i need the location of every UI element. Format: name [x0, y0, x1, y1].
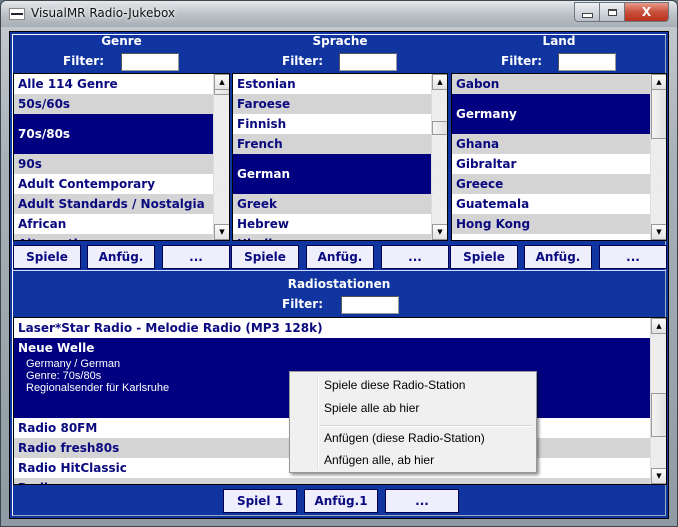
language-filter-input[interactable]	[339, 53, 397, 71]
station-item[interactable]: Laser*Star Radio - Melodie Radio (MP3 12…	[14, 318, 650, 338]
menu-gutter	[317, 375, 319, 469]
list-item[interactable]: Gabon	[452, 74, 650, 94]
scroll-down-arrow-icon[interactable]: ▼	[214, 224, 229, 240]
list-item[interactable]	[452, 234, 650, 240]
app-window: VisualMR Radio-Jukebox X Genre Filter: A…	[0, 0, 678, 527]
scroll-up-arrow-icon[interactable]: ▲	[214, 74, 229, 90]
list-item[interactable]: Adult Contemporary	[14, 174, 213, 194]
genre-list: Alle 114 Genre 50s/60s 70s/80s 90s Adult Con…	[13, 73, 230, 241]
scroll-thumb[interactable]	[432, 121, 447, 135]
section-divider	[12, 270, 666, 271]
list-item-selected[interactable]: 70s/80s	[14, 114, 213, 154]
language-list: Estonian Faroese Finnish French German Greek H…	[232, 73, 448, 241]
country-scrollbar[interactable]: ▲ ▼	[650, 74, 666, 240]
maximize-button[interactable]	[600, 3, 625, 21]
list-item[interactable]: Ghana	[452, 134, 650, 154]
append-one-button[interactable]: Anfüg.1	[304, 489, 378, 513]
genre-filter-label: Filter:	[63, 54, 105, 68]
menu-item-append-all-from-here[interactable]: Anfügen alle, ab hier	[324, 453, 434, 467]
stations-filter-label: Filter:	[282, 297, 324, 311]
genre-play-button[interactable]: Spiele	[13, 245, 81, 269]
list-item[interactable]: Hebrew	[233, 214, 431, 234]
minimize-button[interactable]	[575, 3, 600, 21]
genre-filter-input[interactable]	[121, 53, 179, 71]
language-scrollbar[interactable]: ▲ ▼	[431, 74, 447, 240]
country-play-button[interactable]: Spiele	[450, 245, 518, 269]
scroll-thumb[interactable]	[651, 89, 666, 139]
maximize-icon	[607, 8, 617, 16]
list-item[interactable]: 90s	[14, 154, 213, 174]
scroll-down-arrow-icon[interactable]: ▼	[432, 224, 447, 240]
list-item[interactable]: African	[14, 214, 213, 234]
language-more-button[interactable]: ...	[381, 245, 449, 269]
scroll-thumb[interactable]	[651, 393, 666, 437]
list-item-selected[interactable]: Germany	[452, 94, 650, 134]
station-name: Neue Welle	[18, 341, 95, 355]
country-list: Gabon Germany Ghana Gibraltar Greece Guatemal…	[451, 73, 667, 241]
play-one-button[interactable]: Spiel 1	[223, 489, 297, 513]
window-controls: X	[574, 2, 669, 22]
country-filter-input[interactable]	[558, 53, 616, 71]
title-bar[interactable]: VisualMR Radio-Jukebox X	[1, 1, 677, 27]
country-title: Land	[542, 34, 576, 48]
language-list-rows: Estonian Faroese Finnish French German Greek H…	[233, 74, 431, 240]
stations-scrollbar[interactable]: ▲ ▼	[650, 318, 666, 484]
station-name: Radio ...	[14, 478, 650, 484]
scroll-up-arrow-icon[interactable]: ▲	[651, 318, 666, 334]
menu-item-play-station[interactable]: Spiele diese Radio-Station	[324, 378, 465, 392]
list-item[interactable]: Greece	[452, 174, 650, 194]
genre-list-rows: Alle 114 Genre 50s/60s 70s/80s 90s Adult Con…	[14, 74, 213, 240]
menu-separator	[320, 425, 533, 427]
menu-item-append-station[interactable]: Anfügen (diese Radio-Station)	[324, 431, 485, 445]
menu-item-play-all-from-here[interactable]: Spiele alle ab hier	[324, 401, 419, 415]
close-icon: X	[641, 5, 652, 19]
language-filter-label: Filter:	[282, 54, 324, 68]
country-append-button[interactable]: Anfüg.	[524, 245, 592, 269]
list-item[interactable]: Alle 114 Genre	[14, 74, 213, 94]
stations-title: Radiostationen	[287, 277, 391, 291]
radio-app-icon	[9, 8, 25, 20]
list-item[interactable]: Gibraltar	[452, 154, 650, 174]
close-button[interactable]: X	[625, 3, 668, 21]
country-list-rows: Gabon Germany Ghana Gibraltar Greece Guatemal…	[452, 74, 650, 240]
scroll-down-arrow-icon[interactable]: ▼	[651, 468, 666, 484]
scroll-up-arrow-icon[interactable]: ▲	[432, 74, 447, 90]
language-play-button[interactable]: Spiele	[231, 245, 299, 269]
list-item-selected[interactable]: German	[233, 154, 431, 194]
list-item[interactable]: Finnish	[233, 114, 431, 134]
genre-more-button[interactable]: ...	[162, 245, 230, 269]
list-item[interactable]: Hindi	[233, 234, 431, 240]
language-append-button[interactable]: Anfüg.	[306, 245, 374, 269]
language-title: Sprache	[312, 34, 368, 48]
stations-more-button[interactable]: ...	[385, 489, 459, 513]
list-item[interactable]: 50s/60s	[14, 94, 213, 114]
list-item[interactable]: Estonian	[233, 74, 431, 94]
window-title: VisualMR Radio-Jukebox	[31, 6, 176, 20]
list-item[interactable]: Adult Standards / Nostalgia	[14, 194, 213, 214]
genre-title: Genre	[101, 34, 142, 48]
scroll-thumb[interactable]	[214, 89, 229, 95]
genre-scrollbar[interactable]: ▲ ▼	[213, 74, 229, 240]
minimize-icon	[581, 12, 593, 18]
station-name: Laser*Star Radio - Melodie Radio (MP3 12…	[18, 321, 323, 335]
list-item[interactable]: Guatemala	[452, 194, 650, 214]
country-filter-label: Filter:	[501, 54, 543, 68]
station-item[interactable]: Radio ...	[14, 478, 650, 484]
list-item[interactable]: Faroese	[233, 94, 431, 114]
list-item[interactable]: Hong Kong	[452, 214, 650, 234]
stations-filter-input[interactable]	[341, 296, 399, 314]
list-item[interactable]: Alternative	[14, 234, 213, 240]
scroll-up-arrow-icon[interactable]: ▲	[651, 74, 666, 90]
station-detail: Germany / German	[26, 358, 121, 370]
list-item[interactable]: French	[233, 134, 431, 154]
context-menu: Spiele diese Radio-Station Spiele alle a…	[289, 371, 537, 473]
scroll-down-arrow-icon[interactable]: ▼	[651, 224, 666, 240]
list-item[interactable]: Greek	[233, 194, 431, 214]
genre-append-button[interactable]: Anfüg.	[87, 245, 155, 269]
country-more-button[interactable]: ...	[599, 245, 667, 269]
